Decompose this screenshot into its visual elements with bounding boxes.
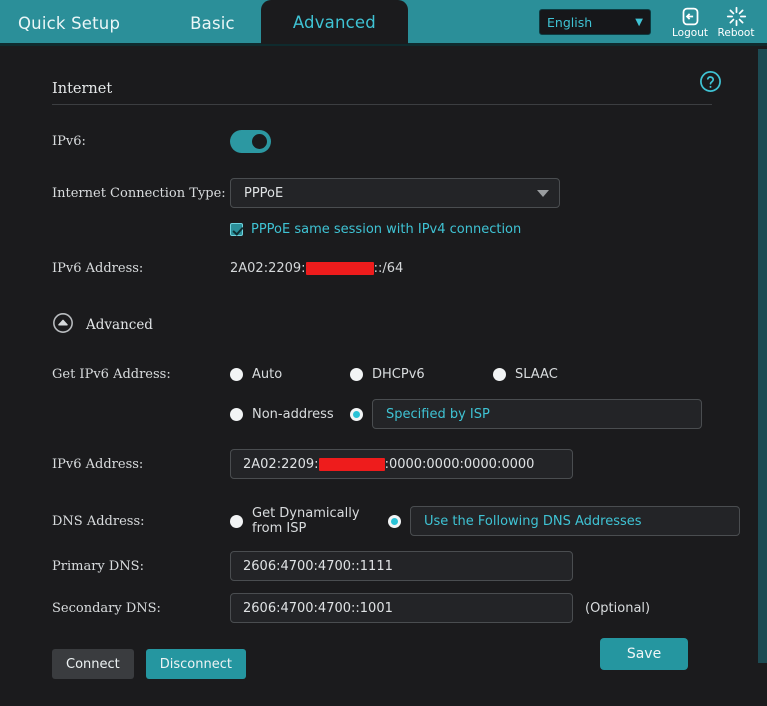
- secondary-dns-input[interactable]: 2606:4700:4700::1001: [230, 593, 573, 623]
- connection-type-value: PPPoE: [244, 185, 284, 201]
- ipv6-address-display-row: IPv6 Address: 2A02:2209:::/64: [52, 254, 740, 282]
- logout-label: Logout: [672, 26, 708, 39]
- ipv6-address-label: IPv6 Address:: [52, 260, 144, 276]
- radio-indicator: [230, 407, 243, 421]
- radio-non-address[interactable]: Non-address: [230, 407, 350, 422]
- radio-indicator: [350, 367, 363, 381]
- radio-auto[interactable]: Auto: [230, 367, 350, 382]
- reboot-icon: [726, 6, 747, 27]
- tab-quick-setup[interactable]: Quick Setup: [0, 0, 164, 46]
- ipv6-address-value: 2A02:2209:::/64: [230, 261, 403, 276]
- same-session-checkbox[interactable]: [230, 223, 243, 236]
- chevron-up-circle-icon: [52, 312, 74, 338]
- radio-label: Auto: [252, 366, 283, 382]
- secondary-dns-row: Secondary DNS: 2606:4700:4700::1001 (Opt…: [52, 593, 740, 623]
- radio-label: Specified by ISP: [372, 399, 702, 429]
- radio-dns-dynamic[interactable]: Get Dynamically from ISP: [230, 506, 388, 536]
- connection-type-row: Internet Connection Type: PPPoE: [52, 178, 740, 208]
- get-ipv6-row-1: Get IPv6 Address: Auto DHCPv6 SLAAC: [52, 360, 740, 388]
- primary-dns-input[interactable]: 2606:4700:4700::1111: [230, 551, 573, 581]
- same-session-row: PPPoE same session with IPv4 connection: [230, 222, 740, 237]
- ipv6-address-input-prefix: 2A02:2209:: [243, 456, 319, 472]
- chevron-down-icon: ▼: [635, 16, 643, 28]
- language-selector[interactable]: English ▼: [539, 9, 651, 35]
- optional-note: (Optional): [585, 600, 651, 616]
- title-divider: [52, 104, 712, 105]
- advanced-label: Advanced: [86, 317, 153, 333]
- tab-label: Quick Setup: [18, 13, 121, 33]
- language-value: English: [547, 14, 593, 30]
- tab-advanced[interactable]: Advanced: [260, 0, 408, 44]
- logout-icon: [680, 6, 701, 27]
- tab-label: Advanced: [292, 12, 376, 32]
- radio-label: Use the Following DNS Addresses: [410, 506, 740, 536]
- ipv6-toggle-row: IPv6:: [52, 127, 740, 155]
- ipv6-toggle[interactable]: [230, 129, 271, 153]
- ipv6-address-input-row: IPv6 Address: 2A02:2209: :0000:0000:0000:…: [52, 449, 740, 479]
- save-button[interactable]: Save: [600, 638, 688, 670]
- primary-dns-label: Primary DNS:: [52, 558, 144, 574]
- dns-address-label: DNS Address:: [52, 513, 145, 529]
- radio-specified-by-isp[interactable]: Specified by ISP: [350, 399, 702, 429]
- get-ipv6-label: Get IPv6 Address:: [52, 366, 171, 382]
- same-session-label[interactable]: PPPoE same session with IPv4 connection: [251, 222, 521, 237]
- radio-label: Get Dynamically from ISP: [252, 506, 360, 536]
- connection-type-select[interactable]: PPPoE: [230, 178, 560, 208]
- primary-dns-row: Primary DNS: 2606:4700:4700::1111: [52, 551, 740, 581]
- page-title: Internet: [52, 81, 113, 97]
- chevron-down-icon: [537, 189, 549, 197]
- radio-dhcpv6[interactable]: DHCPv6: [350, 367, 493, 382]
- dns-address-row: DNS Address: Get Dynamically from ISP Us…: [52, 506, 740, 536]
- radio-label: Non-address: [252, 406, 334, 422]
- ipv6-address-suffix: ::/64: [373, 260, 404, 276]
- radio-indicator: [230, 367, 243, 381]
- ipv6-address-input[interactable]: 2A02:2209: :0000:0000:0000:0000: [230, 449, 573, 479]
- connect-button[interactable]: Connect: [52, 649, 134, 679]
- radio-slaac[interactable]: SLAAC: [493, 367, 558, 382]
- radio-indicator: [230, 514, 243, 528]
- top-bar-controls: English ▼ Logout Reboot: [539, 0, 759, 44]
- reboot-label: Reboot: [717, 26, 755, 39]
- tab-basic[interactable]: Basic: [164, 0, 261, 46]
- connection-type-label: Internet Connection Type:: [52, 185, 226, 201]
- radio-dns-manual[interactable]: Use the Following DNS Addresses: [388, 506, 740, 536]
- radio-indicator-selected: [350, 407, 363, 421]
- main-content: Internet IPv6: Internet Connection Type:…: [0, 49, 740, 706]
- radio-label: DHCPv6: [372, 366, 425, 382]
- radio-indicator: [493, 367, 506, 381]
- right-edge-strip: [751, 49, 767, 706]
- radio-indicator-selected: [388, 514, 401, 528]
- secondary-dns-label: Secondary DNS:: [52, 600, 161, 616]
- help-icon[interactable]: [699, 70, 722, 93]
- radio-label: SLAAC: [515, 366, 558, 382]
- reboot-button[interactable]: Reboot: [713, 6, 759, 39]
- tab-list: Quick Setup Basic Advanced: [0, 0, 408, 46]
- logout-button[interactable]: Logout: [667, 6, 713, 39]
- advanced-section-toggle[interactable]: Advanced: [52, 312, 740, 338]
- right-accent-bar: [758, 49, 767, 663]
- get-ipv6-row-2: Non-address Specified by ISP: [52, 399, 740, 429]
- ipv6-address-prefix: 2A02:2209:: [230, 260, 306, 276]
- disconnect-button[interactable]: Disconnect: [145, 649, 246, 679]
- tab-label: Basic: [190, 13, 235, 33]
- top-navigation-bar: Quick Setup Basic Advanced English ▼ Log…: [0, 0, 767, 46]
- ipv6-address-input-suffix: :0000:0000:0000:0000: [384, 456, 535, 472]
- ipv6-address-field-label: IPv6 Address:: [52, 456, 144, 472]
- ipv6-label: IPv6:: [52, 133, 86, 149]
- redaction-bar: [305, 261, 374, 275]
- redaction-bar: [318, 457, 385, 471]
- toggle-knob: [250, 131, 269, 151]
